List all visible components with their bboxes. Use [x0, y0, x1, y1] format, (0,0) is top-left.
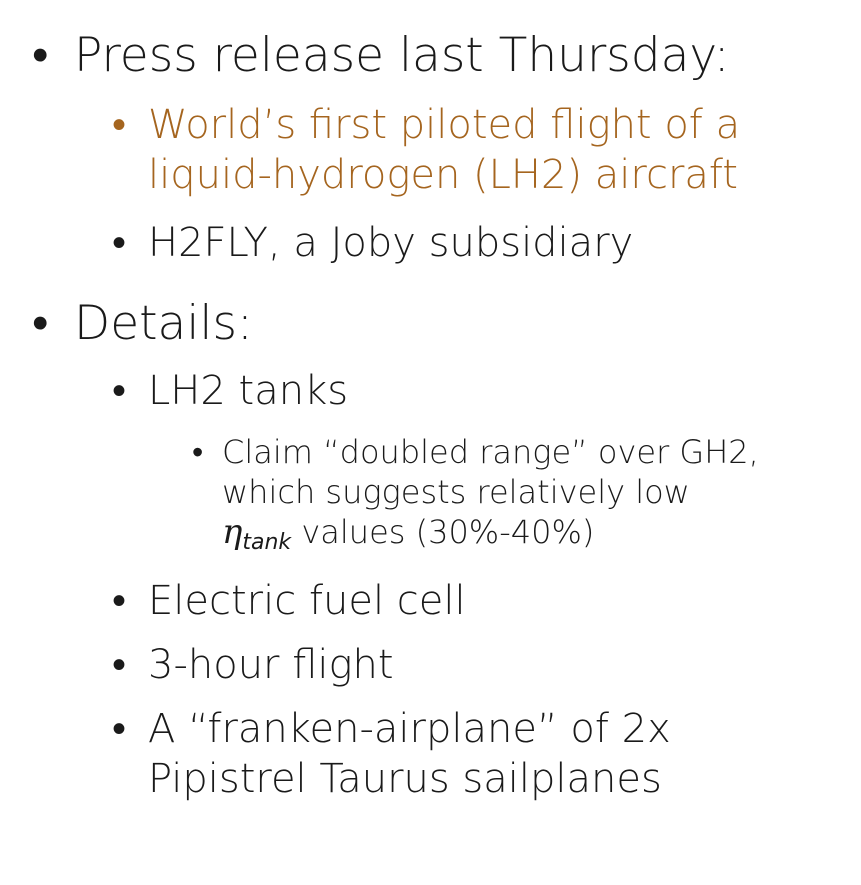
bullet-3-hour-flight: • 3-hour flight [112, 640, 394, 690]
bullet-text-line-1: Claim “doubled range” over GH2, [222, 433, 759, 471]
bullet-dot: • [112, 578, 127, 624]
bullet-text: LH2 tanks [148, 368, 349, 414]
bullet-text: Details: [74, 296, 253, 351]
bullet-text-line-2: Pipistrel Taurus sailplanes [148, 756, 662, 802]
bullet-text-line-2: which suggests relatively low [222, 473, 690, 511]
bullet-text-line-2: liquid-hydrogen (LH2) aircraft [148, 152, 738, 198]
bullet-dot: • [112, 706, 127, 752]
line3-text: values (30%-40%) [291, 513, 595, 551]
bullet-claim-doubled-range: • Claim “doubled range” over GH2, which … [192, 432, 759, 557]
bullet-text: 3-hour flight [148, 642, 394, 688]
slide: • Press release last Thursday: • World’s… [0, 0, 861, 885]
bullet-franken-airplane: • A “franken-airplane” of 2x Pipistrel T… [112, 704, 671, 804]
bullet-dot: • [112, 642, 127, 688]
bullet-dot: • [32, 296, 49, 351]
bullet-text: Press release last Thursday: [74, 28, 730, 83]
eta-subscript: tank [242, 530, 292, 555]
bullet-text: H2FLY, a Joby subsidiary [148, 220, 634, 266]
bullet-dot: • [32, 28, 49, 83]
bullet-worlds-first: • World’s first piloted flight of a liqu… [112, 100, 741, 200]
bullet-press-release: • Press release last Thursday: [32, 28, 730, 84]
bullet-dot: • [112, 368, 127, 414]
bullet-dot: • [112, 220, 127, 266]
bullet-text-line-1: World’s first piloted flight of a [148, 102, 741, 148]
bullet-details: • Details: [32, 296, 253, 352]
bullet-h2fly: • H2FLY, a Joby subsidiary [112, 218, 634, 268]
bullet-text: Electric fuel cell [148, 578, 466, 624]
bullet-electric-fuel-cell: • Electric fuel cell [112, 576, 466, 626]
eta-symbol: η [222, 512, 243, 552]
bullet-lh2-tanks: • LH2 tanks [112, 366, 349, 416]
bullet-dot: • [192, 433, 204, 471]
bullet-dot: • [112, 102, 127, 148]
bullet-text-line-1: A “franken-airplane” of 2x [148, 706, 671, 752]
bullet-text-line-3: ηtank values (30%-40%) [222, 512, 759, 557]
